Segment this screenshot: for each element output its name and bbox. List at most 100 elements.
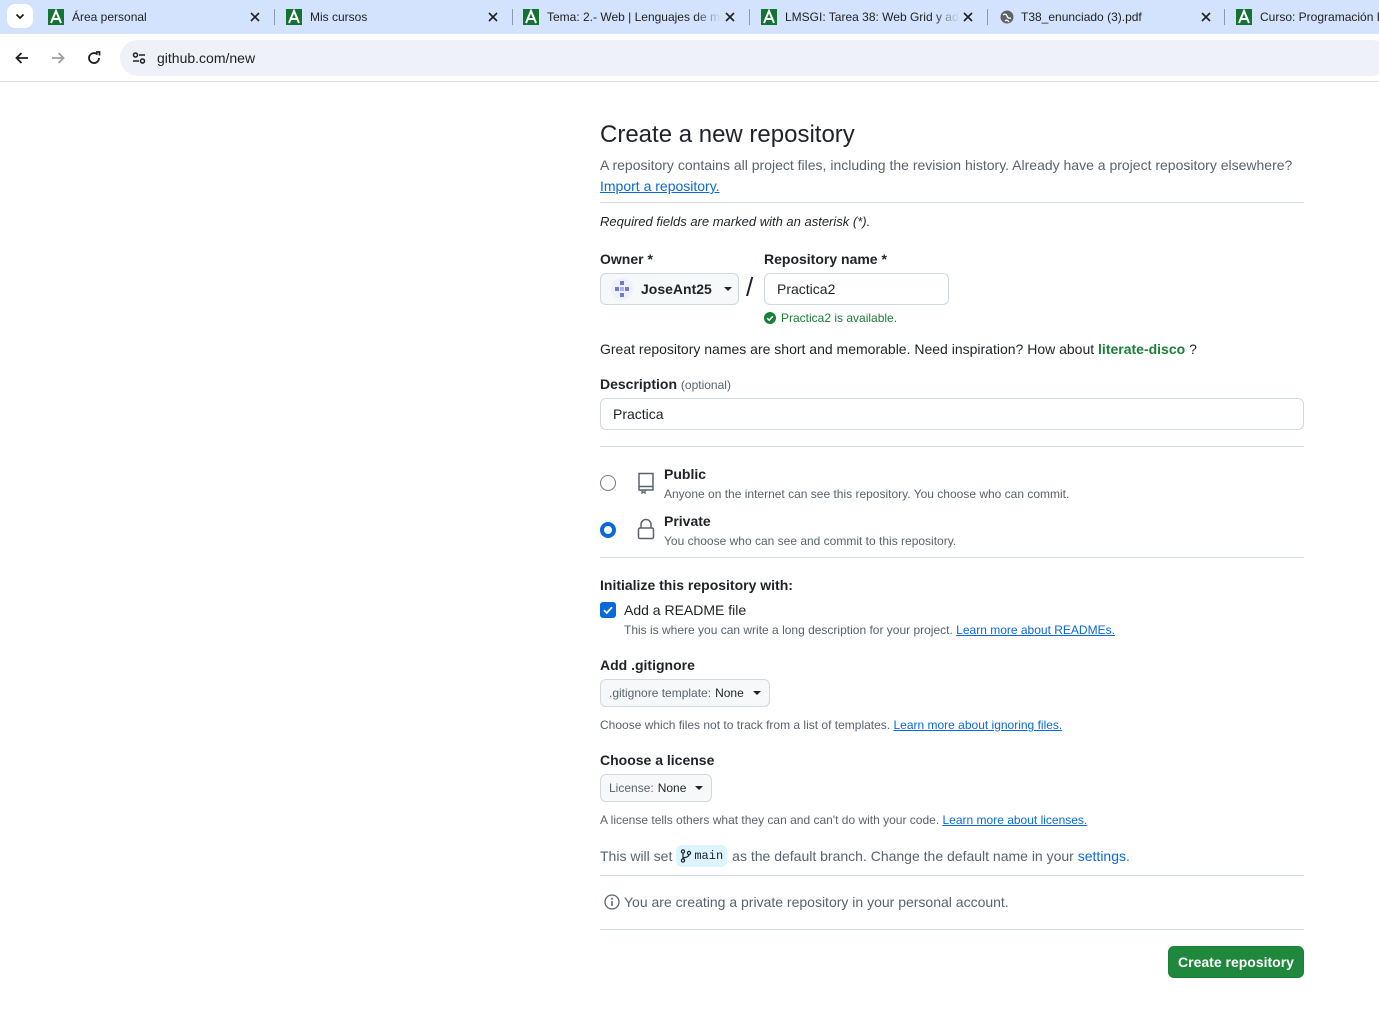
tab-title: Curso: Programación D [1260,10,1379,24]
repo-icon [638,472,654,494]
close-icon[interactable] [721,8,739,26]
gitignore-label: Add .gitignore [600,657,695,673]
moodle-a-icon [523,9,539,25]
close-icon[interactable] [1197,8,1215,26]
branch-text-2: as the default branch. Change the defaul… [732,848,1074,864]
arrow-right-icon [52,52,65,64]
repo-name-label: Repository name * [764,251,887,267]
optional-tag: (optional) [680,378,731,392]
browser-tab[interactable]: Curso: Programación D [1236,0,1379,34]
branch-settings-link[interactable]: settings [1078,848,1126,864]
license-value: None [657,781,687,795]
gitignore-prefix: .gitignore template: [609,686,712,700]
moodle-a-icon [286,9,302,25]
browser-tab[interactable]: LMSGI: Tarea 38: Web Grid y adaptable [761,0,979,34]
license-dropdown[interactable]: License: None [600,774,713,802]
triangle-down-icon [695,786,704,790]
tab-separator [987,9,988,25]
branch-name: main [694,849,724,863]
address-bar[interactable]: github.com/new [120,40,1379,76]
browser-toolbar: github.com/new [0,34,1379,82]
page-title: Create a new repository [600,121,855,148]
readme-learn-link[interactable]: Learn more about READMEs. [956,623,1115,637]
name-suggestion-button[interactable]: literate-disco [1098,341,1185,357]
git-branch-icon [681,849,692,863]
browser-tab[interactable]: Tema: 2.- Web | Lenguajes de marcas [523,0,741,34]
license-prefix: License: [609,781,654,795]
repo-name-input[interactable] [764,273,949,305]
browser-tab[interactable]: T38_enunciado (3).pdf [999,0,1217,34]
gitignore-value: None [715,686,744,700]
owner-name: JoseAnt25 [641,281,712,297]
close-icon[interactable] [959,8,977,26]
tab-title: Tema: 2.- Web | Lenguajes de marcas [547,10,721,24]
reload-button[interactable] [80,44,108,72]
tab-separator [749,9,750,25]
visibility-private-option[interactable]: Private You choose who can see and commi… [600,513,1304,553]
site-settings-icon[interactable] [122,40,156,76]
owner-dropdown[interactable]: JoseAnt25 [600,273,739,305]
check-icon [603,606,613,615]
name-inspiration: Great repository names are short and mem… [600,341,1197,357]
moodle-a-icon [48,9,64,25]
tab-title: T38_enunciado (3).pdf [1021,10,1142,24]
private-title: Private [664,513,711,529]
default-branch-note: This will set main as the default branch… [600,845,1130,867]
owner-label: Owner * [600,251,653,267]
browser-tab[interactable]: Mis cursos [286,0,504,34]
public-description: Anyone on the internet can see this repo… [664,487,1070,501]
gitignore-note-text: Choose which files not to track from a l… [600,718,891,732]
tab-title: LMSGI: Tarea 38: Web Grid y adaptable [785,10,959,24]
back-button[interactable] [8,44,36,72]
divider [600,446,1304,447]
arrow-left-icon [15,52,28,64]
license-note-text: A license tells others what they can and… [600,813,940,827]
inspiration-end: ? [1189,341,1197,357]
check-circle-icon [764,312,776,324]
lock-icon [637,518,655,540]
visibility-public-option[interactable]: Public Anyone on the internet can see th… [600,466,1304,506]
forward-button[interactable] [44,44,72,72]
chevron-down-icon [15,13,25,20]
import-repo-link[interactable]: Import a repository. [600,178,720,194]
tab-title: Mis cursos [310,10,368,24]
tab-separator [1224,9,1225,25]
info-icon [604,894,620,910]
gitignore-template-dropdown[interactable]: .gitignore template: None [600,679,770,707]
divider [600,875,1304,876]
private-radio[interactable] [600,522,616,538]
readme-checkbox[interactable] [600,602,616,618]
divider [600,557,1304,558]
description-input[interactable] [600,398,1304,430]
triangle-down-icon [723,287,732,291]
gitignore-note: Choose which files not to track from a l… [600,718,1062,732]
moodle-a-icon [1236,9,1252,25]
divider [600,202,1304,203]
private-info-note: You are creating a private repository in… [604,894,1009,910]
triangle-down-icon [752,691,761,695]
public-title: Public [664,466,707,482]
close-icon[interactable] [484,8,502,26]
tab-separator [274,9,275,25]
description-label-text: Description [600,376,678,392]
public-radio[interactable] [600,475,616,491]
subtitle-text: A repository contains all project files,… [600,157,1293,173]
avatar [611,278,633,300]
close-icon[interactable] [246,8,264,26]
globe-icon [999,9,1015,25]
browser-tab[interactable]: Área personal [48,0,266,34]
divider [600,929,1304,930]
init-label: Initialize this repository with: [600,577,793,593]
readme-note-text: This is where you can write a long descr… [624,623,953,637]
tab-title: Área personal [72,10,147,24]
branch-badge: main [676,845,728,867]
tab-search-button[interactable] [7,4,33,28]
create-repository-button[interactable]: Create repository [1168,946,1304,978]
address-bar-url[interactable]: github.com/new [157,50,255,66]
readme-note: This is where you can write a long descr… [624,623,1115,637]
gitignore-learn-link[interactable]: Learn more about ignoring files. [893,718,1062,732]
tab-separator [512,9,513,25]
readme-label[interactable]: Add a README file [624,602,746,618]
required-fields-note: Required fields are marked with an aster… [600,214,871,229]
license-learn-link[interactable]: Learn more about licenses. [943,813,1088,827]
